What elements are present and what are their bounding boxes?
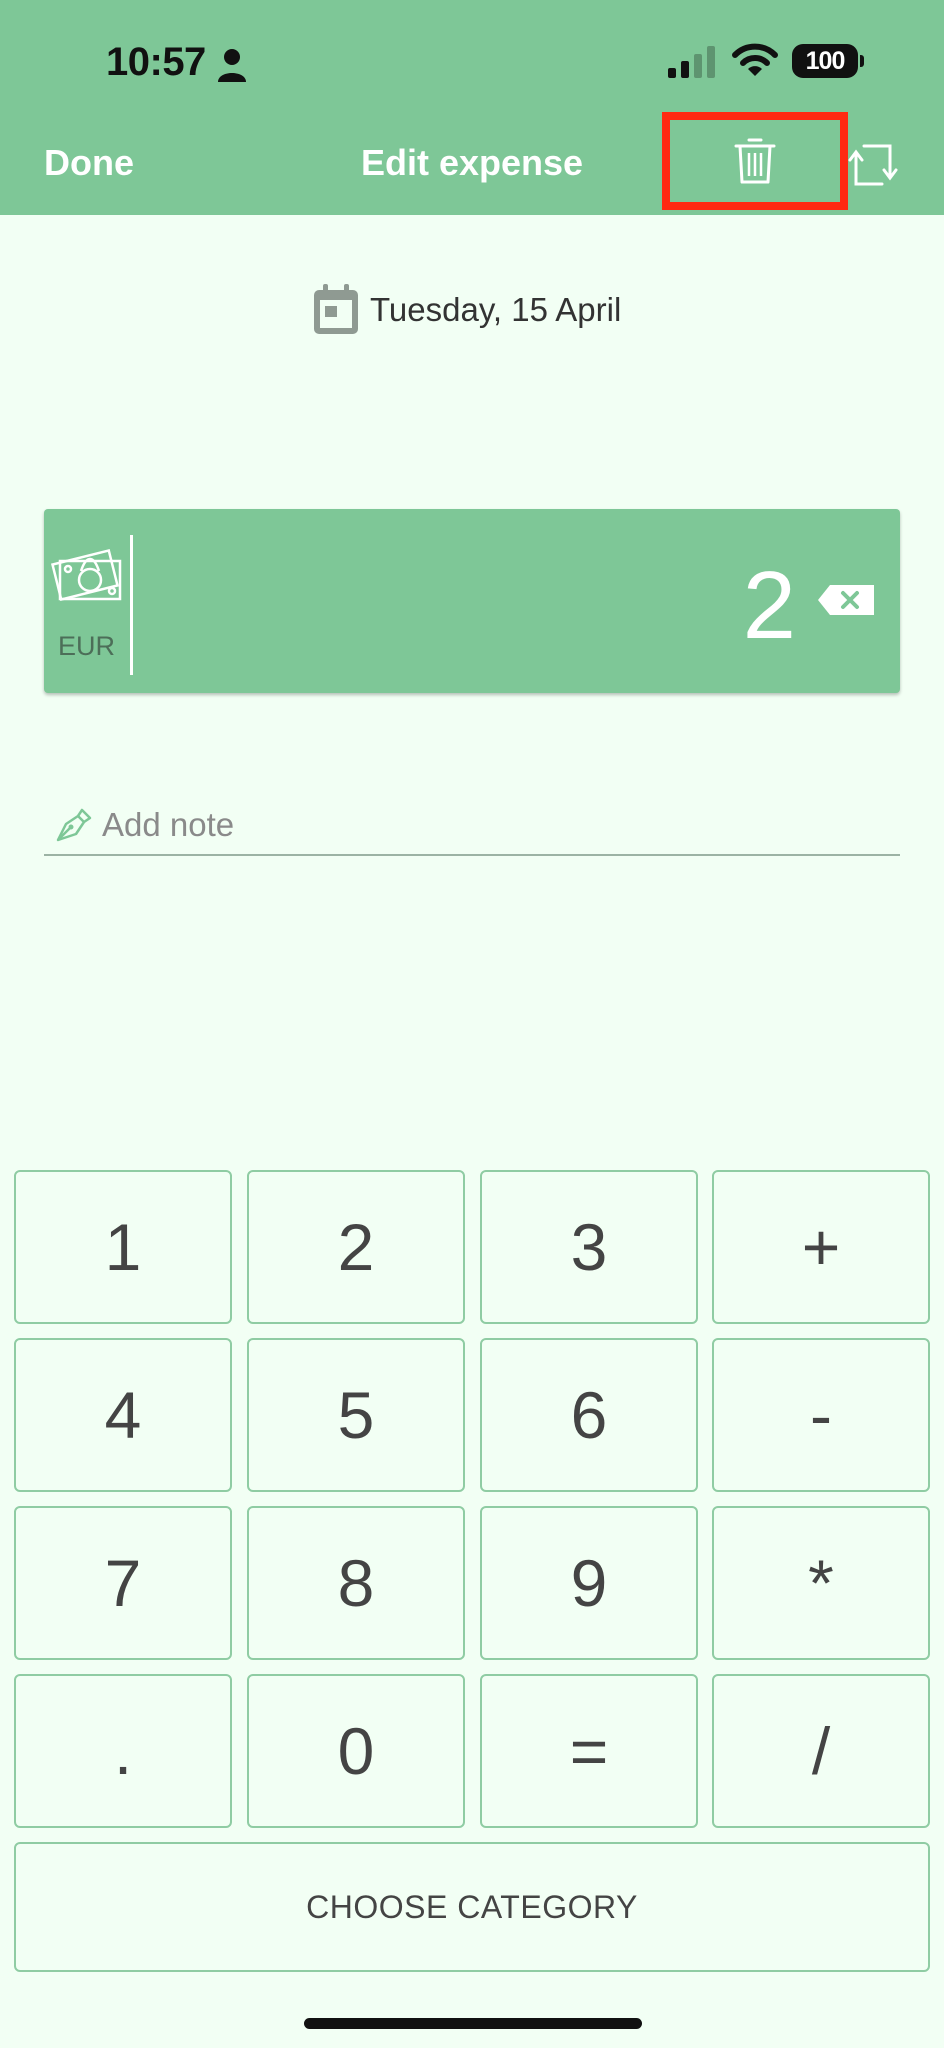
trash-icon xyxy=(734,138,776,184)
person-icon xyxy=(218,49,246,82)
done-button[interactable]: Done xyxy=(44,142,134,184)
status-time: 10:57 xyxy=(106,40,206,84)
key-0[interactable]: 0 xyxy=(247,1674,465,1828)
battery-tip xyxy=(860,55,864,67)
calendar-icon xyxy=(314,284,358,334)
currency-label[interactable]: EUR xyxy=(58,631,115,662)
page-title: Edit expense xyxy=(360,142,584,183)
pen-icon xyxy=(56,808,92,842)
key-equals[interactable]: = xyxy=(480,1674,698,1828)
key-1[interactable]: 1 xyxy=(14,1170,232,1324)
header: 10:57 100 Done Edit expense xyxy=(0,0,944,215)
key-4[interactable]: 4 xyxy=(14,1338,232,1492)
note-placeholder: Add note xyxy=(102,806,235,843)
key-8[interactable]: 8 xyxy=(247,1506,465,1660)
home-indicator xyxy=(304,2018,642,2029)
date-label: Tuesday, 15 April xyxy=(370,291,622,328)
date-selector[interactable]: Tuesday, 15 April xyxy=(312,282,621,338)
key-7[interactable]: 7 xyxy=(14,1506,232,1660)
delete-button[interactable] xyxy=(662,112,848,210)
key-divide[interactable]: / xyxy=(712,1674,930,1828)
wifi-icon xyxy=(732,43,778,76)
key-minus[interactable]: - xyxy=(712,1338,930,1492)
key-multiply[interactable]: * xyxy=(712,1506,930,1660)
key-plus[interactable]: + xyxy=(712,1170,930,1324)
key-9[interactable]: 9 xyxy=(480,1506,698,1660)
amount-display: EUR 2 xyxy=(44,509,900,693)
key-6[interactable]: 6 xyxy=(480,1338,698,1492)
choose-category-button[interactable]: CHOOSE CATEGORY xyxy=(14,1842,930,1972)
cellular-signal-icon xyxy=(668,46,715,78)
amount-divider xyxy=(130,535,133,675)
backspace-icon[interactable] xyxy=(816,583,876,617)
note-input[interactable]: Add note xyxy=(44,800,900,856)
key-5[interactable]: 5 xyxy=(247,1338,465,1492)
key-2[interactable]: 2 xyxy=(247,1170,465,1324)
amount-value: 2 xyxy=(742,552,796,659)
key-3[interactable]: 3 xyxy=(480,1170,698,1324)
swap-icon[interactable] xyxy=(848,140,898,190)
key-decimal[interactable]: . xyxy=(14,1674,232,1828)
battery-indicator: 100 xyxy=(792,44,858,78)
